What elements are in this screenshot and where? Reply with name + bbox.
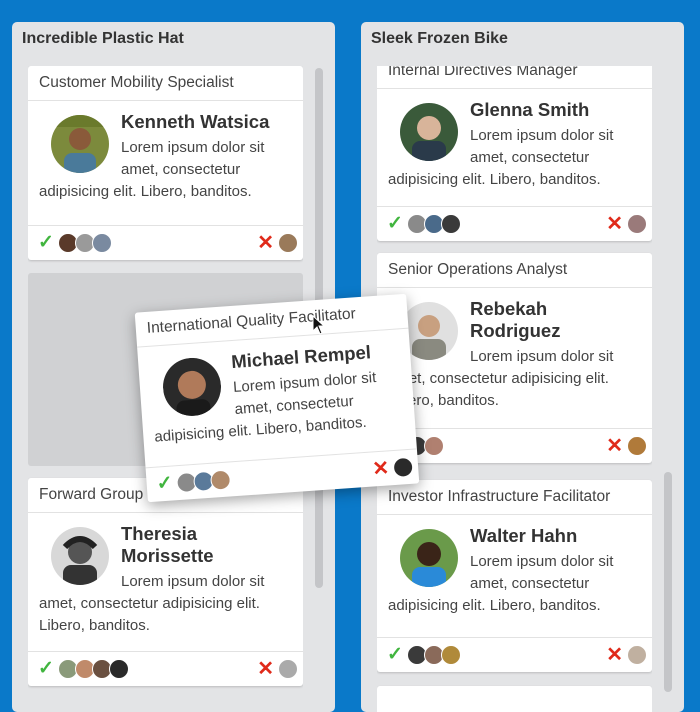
avatar xyxy=(51,115,109,173)
person-name-line: Rodriguez xyxy=(470,320,561,341)
cross-icon[interactable]: ✕ xyxy=(257,233,274,253)
cross-icon[interactable]: ✕ xyxy=(606,214,623,234)
avatar xyxy=(51,527,109,585)
person-name-line: Morissette xyxy=(121,545,214,566)
cross-icon[interactable]: ✕ xyxy=(372,457,390,480)
card-footer: ✓ ✕ xyxy=(377,206,652,241)
profile-card[interactable]: Senior Operations Analyst Rebekah Rodrig… xyxy=(377,253,652,463)
person-name-line: Rebekah xyxy=(470,298,548,319)
column-title: Incredible Plastic Hat xyxy=(22,30,184,47)
scrollbar-thumb[interactable] xyxy=(664,472,672,692)
card-footer: ✓ ✕ xyxy=(28,225,303,260)
column-title: Sleek Frozen Bike xyxy=(371,30,508,47)
profile-card[interactable]: Investor Infrastructure Facilitator Walt… xyxy=(377,480,652,672)
checkmark-icon[interactable]: ✓ xyxy=(38,659,54,679)
checkmark-icon[interactable]: ✓ xyxy=(387,214,403,234)
rejecter-avatar xyxy=(278,659,298,679)
checkmark-icon[interactable]: ✓ xyxy=(387,645,403,665)
profile-card[interactable]: Internal Directives Manager Glenna Smith… xyxy=(377,66,652,241)
cross-icon[interactable]: ✕ xyxy=(257,659,274,679)
approver-avatar xyxy=(440,645,461,665)
card-role: Internal Directives Manager xyxy=(377,66,652,89)
card-footer: ✓ ✕ xyxy=(377,637,652,672)
rejecter-avatar xyxy=(278,233,298,253)
cross-icon[interactable]: ✕ xyxy=(606,436,623,456)
card-footer: ✓ ✕ xyxy=(28,651,303,686)
card-role: Investor Infrastructure Facilitator xyxy=(377,480,652,515)
profile-card[interactable] xyxy=(377,686,652,712)
card-role: Senior Operations Analyst xyxy=(377,253,652,288)
person-name-line: Theresia xyxy=(121,523,198,544)
rejecter-avatar xyxy=(627,214,647,234)
approver-avatar xyxy=(423,436,444,456)
approver-avatar xyxy=(209,469,232,491)
cross-icon[interactable]: ✕ xyxy=(606,645,623,665)
approver-avatar xyxy=(91,233,112,253)
approver-avatar xyxy=(108,659,129,679)
scrollbar[interactable] xyxy=(664,68,672,706)
rejecter-avatar xyxy=(627,436,647,456)
profile-card[interactable]: Customer Mobility Specialist Kenneth Wat… xyxy=(28,66,303,260)
checkmark-icon[interactable]: ✓ xyxy=(38,233,54,253)
rejecter-avatar xyxy=(627,645,647,665)
rejecter-avatar xyxy=(392,456,414,479)
mouse-cursor-icon xyxy=(312,315,326,335)
profile-card[interactable]: Forward Group Theresia Morissette Lorem … xyxy=(28,478,303,686)
avatar xyxy=(400,103,458,161)
approver-avatar xyxy=(440,214,461,234)
avatar xyxy=(400,529,458,587)
checkmark-icon[interactable]: ✓ xyxy=(156,473,173,495)
card-footer: ✓ ✕ xyxy=(377,428,652,463)
dragged-profile-card[interactable]: International Quality Facilitator Michae… xyxy=(134,293,420,503)
column-card-list: Internal Directives Manager Glenna Smith… xyxy=(377,66,652,712)
card-role: Customer Mobility Specialist xyxy=(28,66,303,101)
